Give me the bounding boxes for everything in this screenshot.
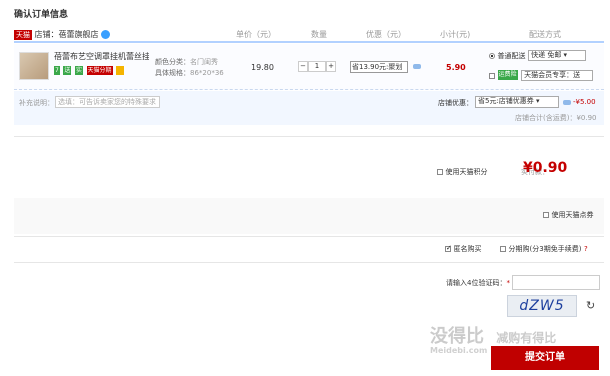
decrease-button[interactable]: − xyxy=(298,61,308,72)
tag-installment: 天猫分期 xyxy=(86,66,113,75)
shipping-normal-label: 普通配送 xyxy=(497,52,526,60)
captcha-input[interactable] xyxy=(512,275,600,290)
refresh-icon[interactable]: ↻ xyxy=(586,299,595,312)
shop-discount-select-value: 省5元:店铺优惠券 xyxy=(478,97,534,105)
divider xyxy=(14,236,604,237)
shop-total-value: ¥0.90 xyxy=(576,114,597,122)
anonymous-checkbox[interactable] xyxy=(445,244,452,252)
increase-button[interactable]: + xyxy=(326,61,336,72)
tmall-coupon-checkbox[interactable] xyxy=(543,211,549,218)
shipping-normal: 普通配送 快递 免邮 ▾ xyxy=(489,50,587,61)
submit-order-button[interactable]: 提交订单 xyxy=(491,346,599,370)
freight-select[interactable]: 天猫会员专享：送 xyxy=(521,70,594,81)
shipping-select[interactable]: 快递 免邮 ▾ xyxy=(528,50,587,61)
attr-spec-label: 具体规格： xyxy=(155,69,190,77)
col-quantity: 数量 xyxy=(311,30,327,39)
attr-color: 颜色分类：名门闺秀 xyxy=(155,57,218,67)
tmall-points-checkbox[interactable] xyxy=(437,168,443,175)
captcha-label-text: 请输入4位验证码： xyxy=(446,279,507,287)
installment-purchase: 分期购(分3期免手续费) ? xyxy=(500,244,588,254)
freight-insurance-checkbox[interactable] xyxy=(489,72,495,79)
shipping-normal-radio[interactable] xyxy=(489,52,495,59)
tmall-logo: 天猫 xyxy=(14,30,32,40)
product-name[interactable]: 蓓蕾布艺空调罩挂机蕾丝挂... xyxy=(54,51,149,62)
pay-amount: ¥0.90 xyxy=(523,160,568,176)
shop-discount-select[interactable]: 省5元:店铺优惠券 ▾ xyxy=(475,96,559,108)
col-price: 单价（元） xyxy=(236,30,276,39)
item-subtotal: 5.90 xyxy=(446,63,466,72)
shop-total: 店铺合计(含运费)：¥0.90 xyxy=(515,113,597,123)
remark-label: 补充说明： xyxy=(19,99,54,107)
attr-spec: 具体规格：86*20*36 xyxy=(155,68,224,78)
attr-spec-value: 86*20*36 xyxy=(190,69,224,77)
required-mark: * xyxy=(506,279,510,287)
shop-name[interactable]: 蓓蕾旗舰店 xyxy=(59,30,99,39)
installment-label: 分期购(分3期免手续费) xyxy=(508,245,582,253)
credit-card-icon xyxy=(116,66,125,75)
tmall-points-label: 使用天猫积分 xyxy=(445,168,488,176)
unit-price: 19.80 xyxy=(251,63,274,72)
shop-label: 店铺： xyxy=(34,30,59,39)
remark-input[interactable]: 选填：可告诉卖家您的特殊要求 xyxy=(55,96,160,108)
col-subtotal: 小计(元) xyxy=(440,30,471,39)
installment-checkbox[interactable] xyxy=(500,245,506,252)
shop-info: 天猫 店铺：蓓蕾旗舰店 xyxy=(14,29,111,40)
divider xyxy=(14,262,604,263)
captcha-image-text: dZW5 xyxy=(519,298,565,314)
tag-7day: 7 xyxy=(54,66,60,75)
tmall-coupon: 使用天猫点券 xyxy=(543,210,594,220)
promo-select-value: 省13.90元:聚划 xyxy=(352,63,403,71)
product-tags: 7 送 实 天猫分期 xyxy=(54,66,125,76)
watermark-slogan: 减购有得比 xyxy=(496,331,557,345)
page-title: 确认订单信息 xyxy=(14,10,69,20)
tmall-points: 使用天猫积分 xyxy=(437,167,488,177)
divider xyxy=(14,136,604,137)
attr-color-value: 名门闺秀 xyxy=(190,58,218,66)
watermark-main: 没得比 xyxy=(430,326,484,347)
attr-color-label: 颜色分类： xyxy=(155,58,190,66)
shop-discount-amount: -¥5.00 xyxy=(573,98,596,106)
quantity-input[interactable]: 1 xyxy=(308,61,326,72)
tag-send: 送 xyxy=(63,66,72,75)
freight-insurance-badge: 运费险 xyxy=(497,70,518,80)
anonymous-label: 匿名购买 xyxy=(453,245,482,253)
tmall-coupon-label: 使用天猫点券 xyxy=(551,211,594,219)
freight-select-value: 天猫会员专享：送 xyxy=(524,71,581,79)
captcha-label: 请输入4位验证码：* xyxy=(446,278,510,288)
coupon-row xyxy=(14,198,604,234)
wangwang-chat-icon[interactable] xyxy=(101,30,111,39)
freight-insurance: 运费险 天猫会员专享：送 xyxy=(489,70,594,81)
quantity-stepper: −1 + xyxy=(298,61,336,72)
captcha-image: dZW5 xyxy=(507,295,577,317)
product-thumbnail[interactable] xyxy=(19,52,49,80)
col-shipping: 配送方式 xyxy=(529,30,561,39)
tag-real: 实 xyxy=(74,66,83,75)
discount-info-icon[interactable] xyxy=(563,100,571,105)
shop-total-label: 店铺合计(含运费)： xyxy=(515,114,577,122)
help-icon[interactable]: ? xyxy=(584,245,588,253)
col-promo: 优惠（元） xyxy=(366,30,406,39)
promo-select[interactable]: 省13.90元:聚划 xyxy=(350,61,408,73)
shop-discount-label: 店铺优惠： xyxy=(438,99,473,107)
promo-info-icon[interactable] xyxy=(413,64,421,69)
shipping-select-value: 快递 免邮 xyxy=(531,51,562,59)
anonymous-purchase: 匿名购买 xyxy=(445,244,482,254)
